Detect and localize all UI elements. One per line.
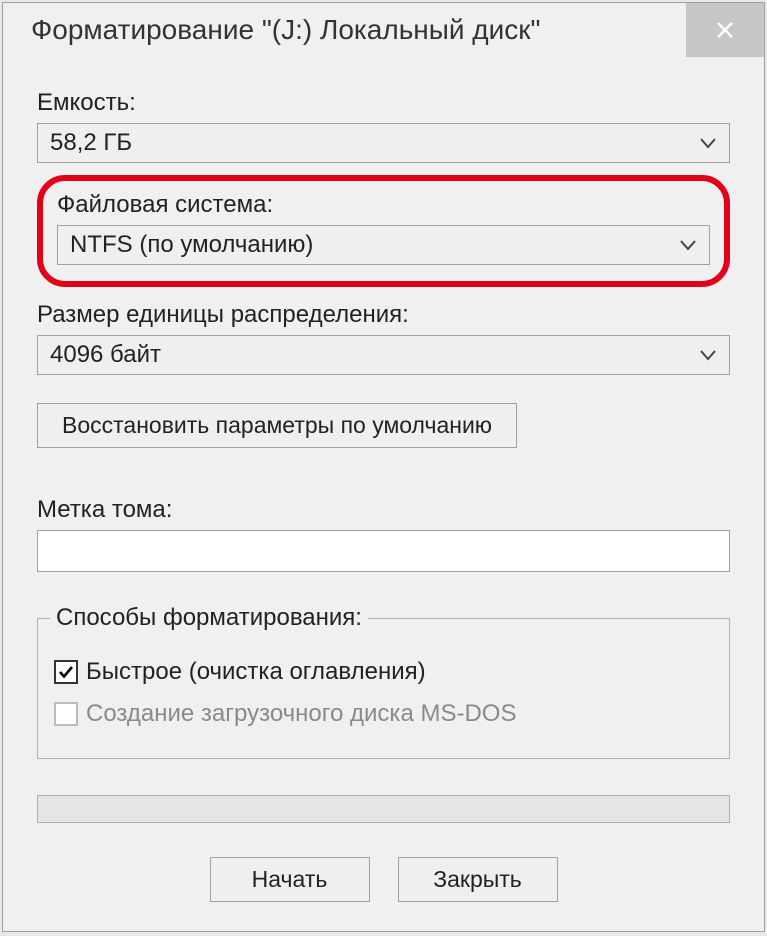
capacity-label: Емкость: bbox=[37, 89, 730, 117]
restore-defaults-button[interactable]: Восстановить параметры по умолчанию bbox=[37, 403, 517, 448]
msdos-boot-label: Создание загрузочного диска MS-DOS bbox=[86, 700, 516, 728]
close-icon bbox=[715, 20, 735, 40]
chevron-down-icon bbox=[679, 236, 697, 254]
dialog-content: Емкость: 58,2 ГБ Файловая система: NTFS … bbox=[3, 57, 764, 931]
format-options-group: Способы форматирования: Быстрое (очистка… bbox=[37, 604, 730, 759]
chevron-down-icon bbox=[699, 134, 717, 152]
dialog-buttons: Начать Закрыть bbox=[37, 857, 730, 902]
titlebar: Форматирование "(J:) Локальный диск" bbox=[3, 3, 764, 57]
close-window-button[interactable] bbox=[686, 3, 764, 57]
allocation-label: Размер единицы распределения: bbox=[37, 301, 730, 329]
quick-format-row: Быстрое (очистка оглавления) bbox=[54, 658, 713, 686]
quick-format-checkbox[interactable] bbox=[54, 660, 78, 684]
start-button[interactable]: Начать bbox=[210, 857, 370, 902]
capacity-value: 58,2 ГБ bbox=[50, 129, 132, 157]
filesystem-highlight: Файловая система: NTFS (по умолчанию) bbox=[37, 175, 730, 287]
format-options-legend: Способы форматирования: bbox=[50, 604, 368, 632]
quick-format-label: Быстрое (очистка оглавления) bbox=[86, 658, 426, 686]
capacity-dropdown[interactable]: 58,2 ГБ bbox=[37, 123, 730, 163]
msdos-boot-checkbox bbox=[54, 702, 78, 726]
msdos-boot-row: Создание загрузочного диска MS-DOS bbox=[54, 700, 713, 728]
format-progress-bar bbox=[37, 795, 730, 823]
allocation-dropdown[interactable]: 4096 байт bbox=[37, 335, 730, 375]
window-title: Форматирование "(J:) Локальный диск" bbox=[31, 14, 540, 46]
allocation-value: 4096 байт bbox=[50, 341, 161, 369]
volume-label-label: Метка тома: bbox=[37, 496, 730, 524]
checkmark-icon bbox=[58, 664, 74, 680]
chevron-down-icon bbox=[699, 346, 717, 364]
close-button[interactable]: Закрыть bbox=[398, 857, 558, 902]
volume-label-input[interactable] bbox=[37, 530, 730, 572]
filesystem-value: NTFS (по умолчанию) bbox=[70, 231, 313, 259]
filesystem-label: Файловая система: bbox=[57, 191, 710, 219]
format-dialog: Форматирование "(J:) Локальный диск" Емк… bbox=[2, 2, 765, 932]
filesystem-dropdown[interactable]: NTFS (по умолчанию) bbox=[57, 225, 710, 265]
